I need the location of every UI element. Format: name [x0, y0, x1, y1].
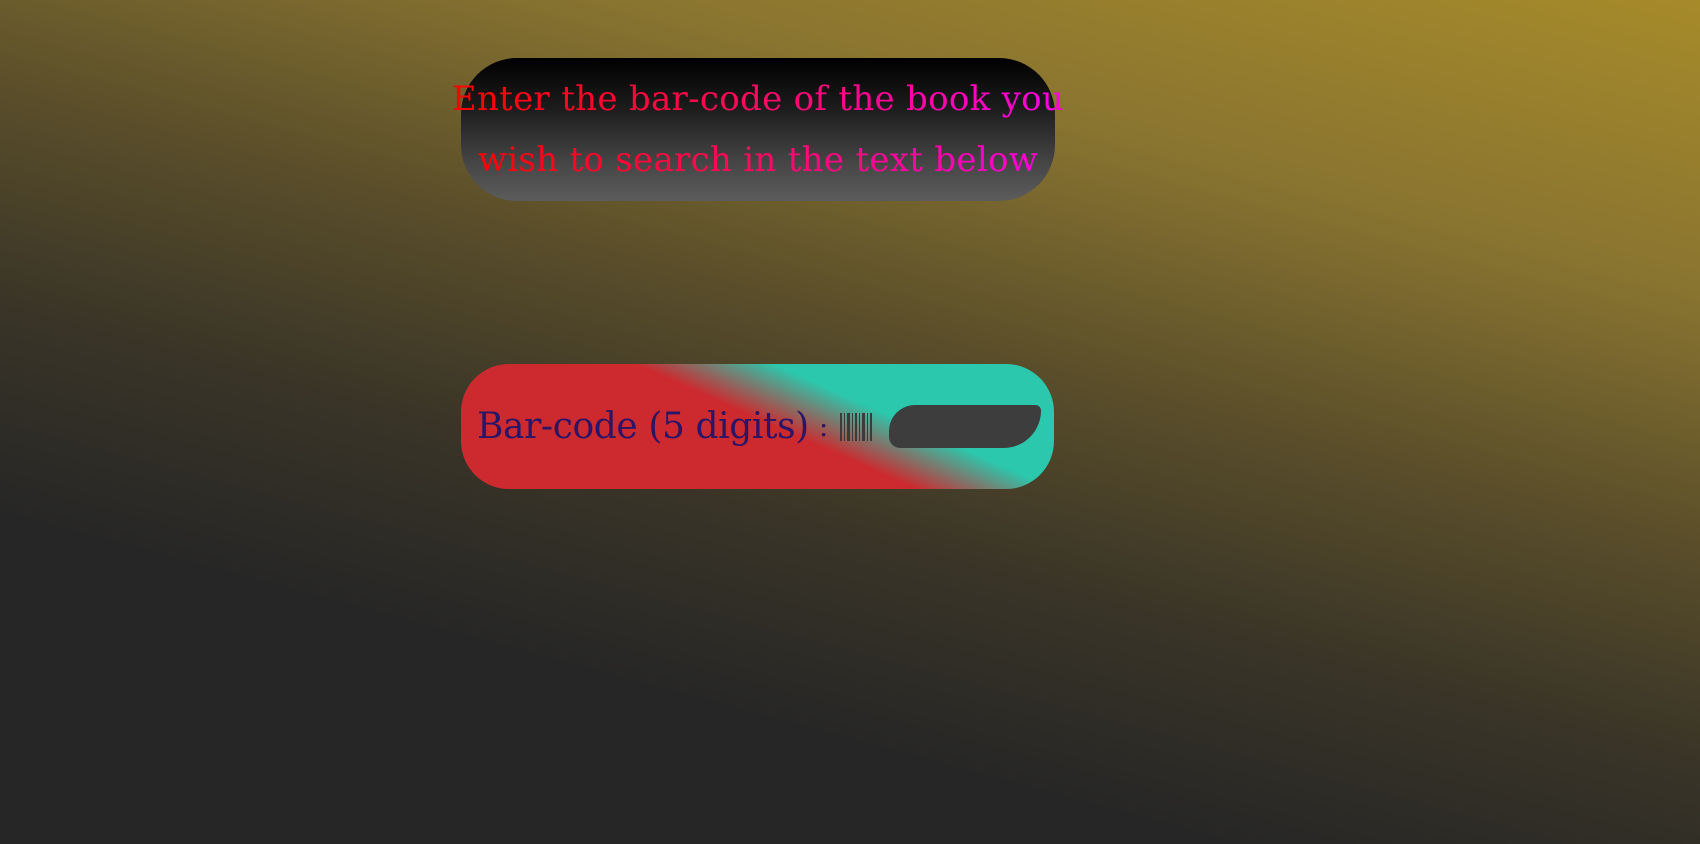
instruction-line-1: Enter the bar-code of the book you — [451, 78, 1065, 119]
barcode-input[interactable] — [889, 405, 1042, 448]
instruction-panel: Enter the bar-code of the book you wish … — [461, 58, 1055, 201]
instruction-line-2: wish to search in the text below — [477, 139, 1039, 180]
barcode-icon — [840, 412, 873, 441]
barcode-label: Bar-code (5 digits) — [477, 406, 809, 447]
barcode-separator: : — [818, 410, 829, 443]
barcode-form: Bar-code (5 digits) : — [461, 364, 1054, 489]
instruction-text: Enter the bar-code of the book you wish … — [452, 69, 1064, 191]
